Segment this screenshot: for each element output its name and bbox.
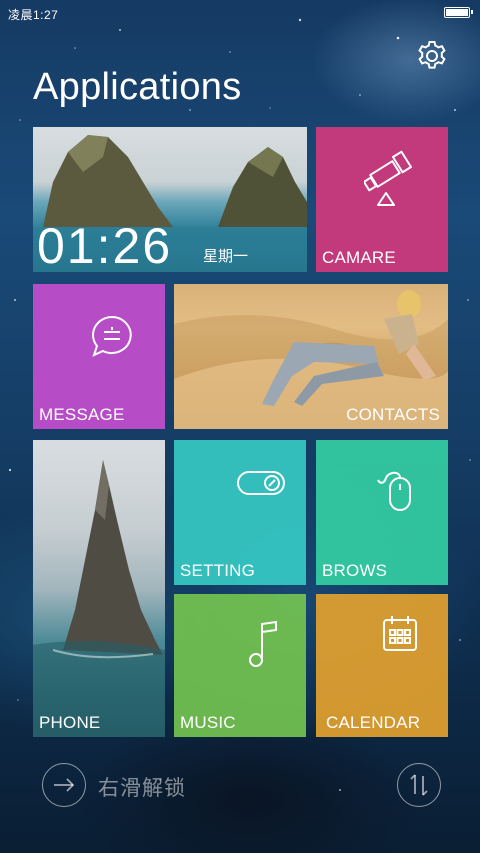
message-tile[interactable]: MESSAGE: [33, 284, 165, 429]
telescope-icon: [364, 150, 413, 206]
sea-stack-photo-image: [33, 460, 165, 737]
clock-widget-tile[interactable]: 01:26 星期一: [33, 127, 307, 272]
arrow-right-icon: [53, 777, 74, 792]
status-time: 凌晨1:27: [8, 8, 59, 22]
contacts-label: CONTACTS: [346, 405, 440, 424]
setting-label: SETTING: [180, 561, 256, 580]
setting-tile[interactable]: SETTING: [174, 440, 306, 585]
gear-icon[interactable]: [414, 38, 450, 74]
toggle-icon: [237, 471, 285, 495]
music-tile[interactable]: MUSIC: [174, 594, 306, 737]
camare-tile[interactable]: CAMARE: [316, 127, 448, 272]
music-label: MUSIC: [180, 713, 236, 732]
calendar-tile[interactable]: CALENDAR: [316, 594, 448, 737]
mouse-icon: [377, 471, 411, 511]
page-title: Applications: [33, 66, 242, 108]
calendar-label: CALENDAR: [326, 713, 421, 732]
battery-icon: [444, 7, 473, 18]
unlock-slider-button[interactable]: [42, 763, 86, 807]
chat-bubble-icon: [92, 315, 132, 357]
contacts-tile[interactable]: CONTACTS: [174, 284, 448, 429]
clock-weekday: 星期一: [203, 248, 249, 265]
music-note-icon: [249, 620, 277, 667]
phone-tile[interactable]: PHONE: [33, 440, 165, 737]
brows-label: BROWS: [322, 561, 388, 580]
camare-label: CAMARE: [322, 248, 396, 267]
phone-label: PHONE: [39, 713, 101, 732]
battery-level-fill: [446, 9, 468, 16]
swap-button[interactable]: [397, 763, 441, 807]
brows-tile[interactable]: BROWS: [316, 440, 448, 585]
calendar-icon: [383, 616, 417, 651]
swap-vertical-icon: [409, 773, 428, 796]
clock-time: 01:26: [37, 218, 173, 272]
message-label: MESSAGE: [39, 405, 125, 424]
unlock-text: 右滑解锁: [98, 777, 186, 800]
